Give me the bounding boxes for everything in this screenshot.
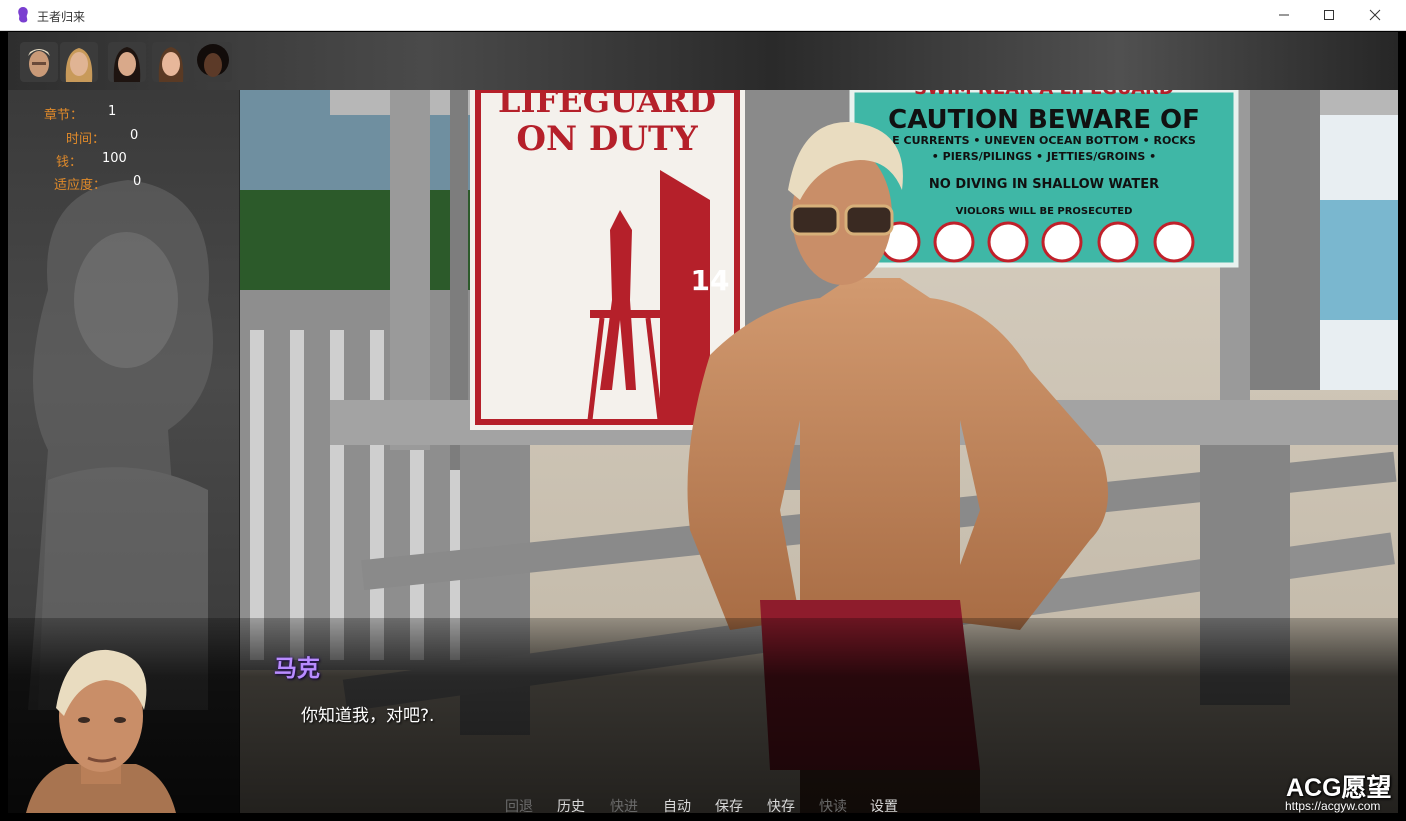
quick-menu-quick-save[interactable]: 快存 — [767, 796, 795, 813]
speaker-name: 马克 — [274, 656, 320, 682]
stat-chapter-value: 1 — [108, 104, 117, 119]
stat-money-value: 100 — [102, 151, 127, 166]
minimize-button[interactable] — [1261, 0, 1307, 30]
window-titlebar: 王者归来 — [0, 0, 1406, 31]
quick-menu-history[interactable]: 历史 — [557, 796, 585, 813]
quick-menu-quick-load[interactable]: 快读 — [819, 796, 847, 813]
character-portrait-dark-haired-woman[interactable] — [108, 42, 146, 82]
maximize-button[interactable] — [1306, 0, 1352, 30]
maximize-icon — [1324, 10, 1334, 20]
minimize-icon — [1279, 14, 1289, 16]
svg-text:ON DUTY: ON DUTY — [516, 119, 698, 159]
stat-time-label: 时间： — [66, 132, 106, 147]
window-title: 王者归来 — [37, 10, 86, 24]
svg-text:SWIM NEAR A LIFEGUARD: SWIM NEAR A LIFEGUARD — [914, 90, 1174, 99]
stat-fitness-label: 适应度： — [54, 178, 107, 193]
app-icon — [18, 7, 28, 23]
svg-text:14: 14 — [691, 264, 730, 297]
svg-text:E CURRENTS • UNEVEN OCEAN BO: E CURRENTS • UNEVEN OCEAN BOTTOM • ROCKS — [892, 134, 1196, 147]
character-strip — [8, 32, 1398, 90]
stat-chapter-label: 章节： — [44, 108, 84, 123]
character-portrait-brunette-woman[interactable] — [152, 42, 190, 82]
character-portrait-curly-haired-woman[interactable] — [194, 42, 232, 82]
close-icon — [1369, 9, 1381, 21]
character-portrait-blonde-woman[interactable] — [60, 42, 98, 82]
dialogue-text: 你知道我，对吧?. — [301, 706, 435, 726]
game-screen[interactable]: 章节： 1 时间： 0 钱： 100 适应度： 0 LIFEGUARD ON D… — [8, 32, 1398, 813]
svg-text:NO DIVING IN SHALLOW WATER: NO DIVING IN SHALLOW WATER — [929, 177, 1159, 192]
svg-text:LIFEGUARD: LIFEGUARD — [498, 90, 716, 120]
sign-caution-beware: SWIM NEAR A LIFEGUARD CAUTION BEWARE OF … — [849, 90, 1239, 268]
watermark-url: https://acgyw.com — [1285, 799, 1381, 813]
quick-menu-rollback[interactable]: 回退 — [505, 796, 533, 813]
svg-text:VIOLORS WILL BE PROSECUTED: VIOLORS WILL BE PROSECUTED — [956, 206, 1133, 217]
palm-trees — [240, 190, 480, 300]
svg-text:• PIERS/PILINGS • JETTIES/GROI: • PIERS/PILINGS • JETTIES/GROINS • — [932, 150, 1156, 163]
stat-fitness-value: 0 — [133, 174, 142, 189]
stat-time-value: 0 — [130, 128, 139, 143]
character-portrait-blond-man[interactable] — [20, 42, 58, 82]
svg-text:CAUTION BEWARE OF: CAUTION BEWARE OF — [888, 105, 1200, 135]
speaker-side-portrait — [26, 644, 176, 813]
quick-menu-preferences[interactable]: 设置 — [870, 796, 898, 813]
close-button[interactable] — [1352, 0, 1398, 30]
quick-menu-save[interactable]: 保存 — [715, 796, 743, 813]
stat-money-label: 钱： — [56, 155, 83, 170]
quick-menu-skip[interactable]: 快进 — [610, 796, 638, 813]
dialogue-box[interactable] — [8, 618, 1398, 813]
quick-menu-auto[interactable]: 自动 — [663, 796, 691, 813]
